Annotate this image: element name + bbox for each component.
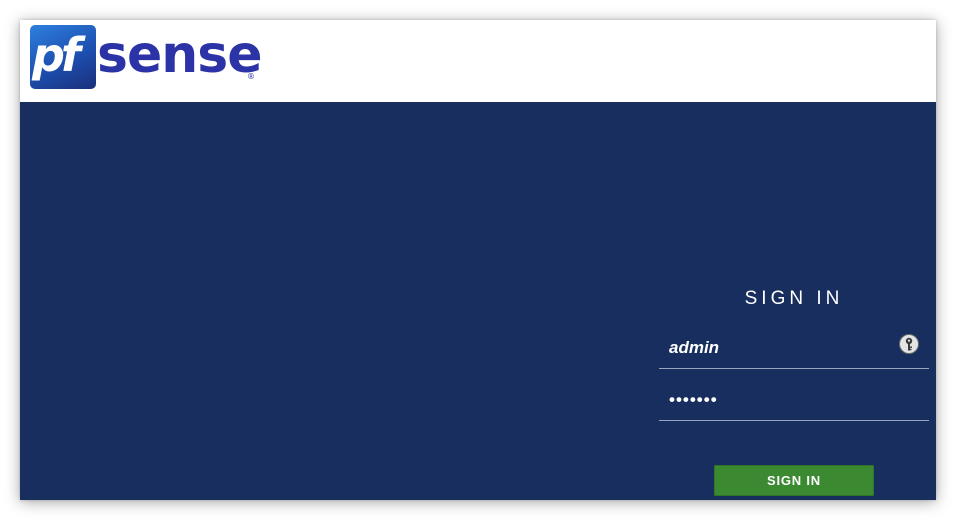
username-input[interactable] <box>659 330 899 366</box>
logo-badge: pf <box>30 25 96 89</box>
pfsense-logo: pf sense <box>30 24 262 90</box>
key-icon-glyph <box>905 337 913 351</box>
logo-badge-text: pf <box>32 28 81 82</box>
password-field-group <box>659 382 929 421</box>
key-icon[interactable] <box>899 334 919 354</box>
sign-in-title: SIGN IN <box>744 288 844 309</box>
sign-in-button[interactable]: SIGN IN <box>714 465 874 496</box>
username-field-group <box>659 330 929 369</box>
password-input[interactable] <box>659 382 899 418</box>
login-window: pf sense ® SIGN IN SIGN IN <box>20 20 936 500</box>
login-panel: SIGN IN SIGN IN <box>20 102 936 500</box>
registered-mark: ® <box>247 72 255 81</box>
logo-wordmark: sense <box>97 25 262 85</box>
header-bar: pf sense ® <box>20 20 936 102</box>
